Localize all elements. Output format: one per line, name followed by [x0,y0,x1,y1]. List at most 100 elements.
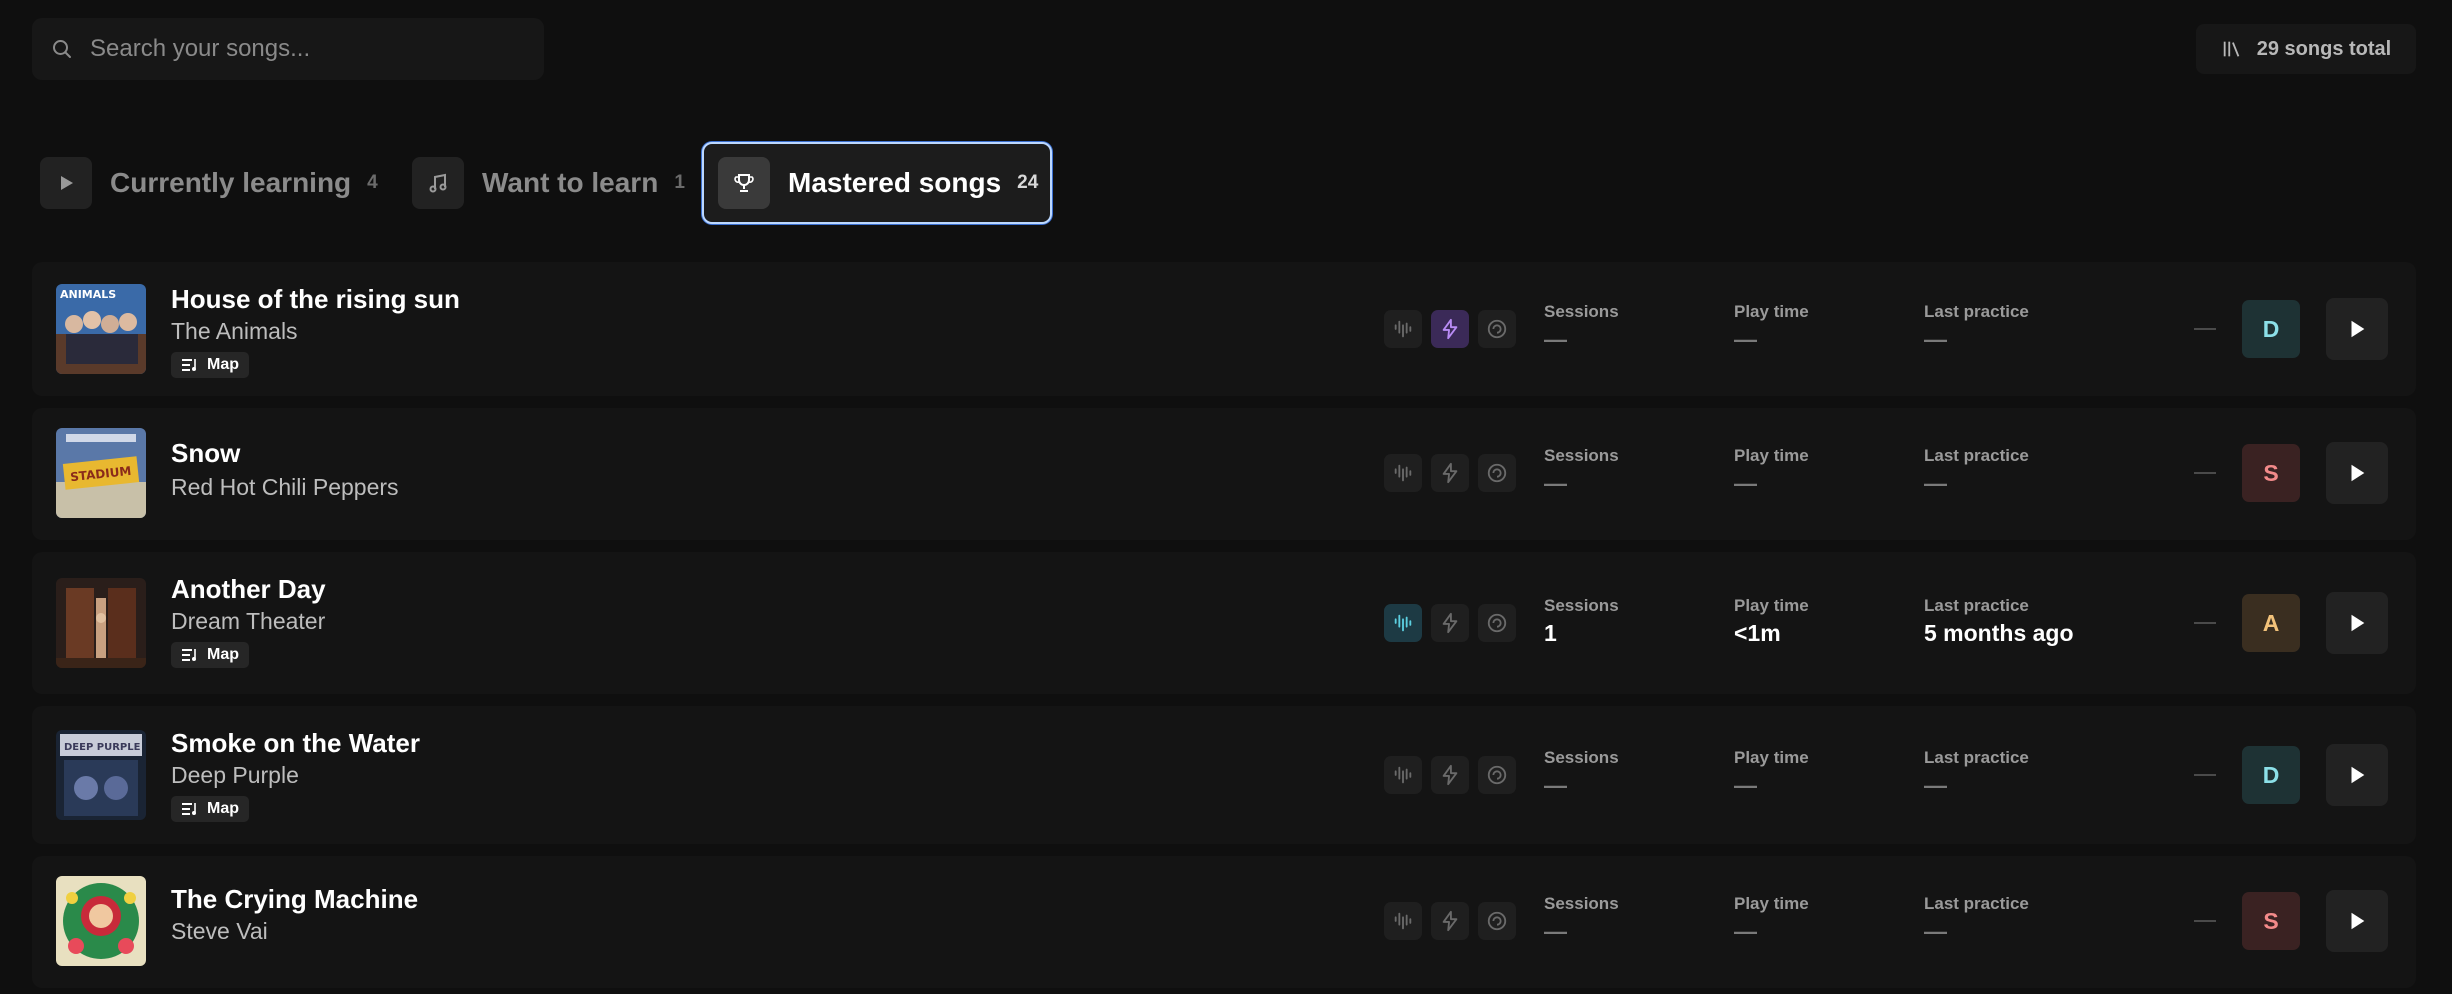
play-time-stat: Play time — [1734,446,1809,497]
music-note-icon [412,157,464,209]
auto-mode-button[interactable] [1478,902,1516,940]
song-row[interactable]: STADIUM Snow Red Hot Chili Peppers Sessi… [32,408,2416,540]
map-badge[interactable]: Map [171,352,249,378]
waveform-icon [1394,912,1412,930]
album-cover-image [56,578,146,668]
divider-dash [2194,920,2216,922]
sessions-stat: Sessions — [1544,748,1619,799]
song-title: Smoke on the Water [171,728,420,758]
play-time-value: — [1734,772,1757,798]
play-button[interactable] [2326,592,2388,654]
divider-dash [2194,622,2216,624]
last-practice-value: — [1924,918,1947,944]
last-practice-stat: Last practice 5 months ago [1924,596,2074,647]
lightning-icon [1442,462,1458,484]
play-time-value: <1m [1734,620,1781,646]
map-badge[interactable]: Map [171,642,249,668]
song-artist: Deep Purple [171,762,299,788]
lightning-icon [1442,318,1458,340]
trophy-icon [718,157,770,209]
last-practice-label: Last practice [1924,302,2029,321]
last-practice-label: Last practice [1924,446,2029,465]
grade-badge: S [2242,892,2300,950]
song-artist: The Animals [171,318,298,344]
play-button[interactable] [2326,442,2388,504]
play-button[interactable] [2326,890,2388,952]
last-practice-label: Last practice [1924,748,2029,767]
lightning-mode-button[interactable] [1431,604,1469,642]
practice-modes [1384,756,1516,794]
song-artist: Dream Theater [171,608,326,634]
waveform-icon [1394,766,1412,784]
play-time-value: — [1734,918,1757,944]
play-icon [2351,464,2365,482]
svg-text:ANIMALS: ANIMALS [60,288,116,301]
svg-text:DEEP PURPLE: DEEP PURPLE [64,742,141,753]
last-practice-stat: Last practice — [1924,894,2029,945]
song-row[interactable]: Another Day Dream Theater Map Sessions 1… [32,552,2416,694]
map-label: Map [207,800,239,817]
sessions-value: — [1544,772,1567,798]
play-button[interactable] [2326,744,2388,806]
waveform-mode-button[interactable] [1384,310,1422,348]
play-time-value: — [1734,326,1757,352]
song-artist: Steve Vai [171,918,268,944]
library-icon [2223,41,2240,57]
play-time-stat: Play time <1m [1734,596,1809,647]
song-title: Snow [171,438,241,468]
sessions-label: Sessions [1544,748,1619,767]
circle-arrow-icon [1487,765,1507,785]
waveform-mode-button[interactable] [1384,604,1422,642]
songs-total-label: 29 songs total [2256,37,2392,60]
waveform-mode-button[interactable] [1384,756,1422,794]
last-practice-stat: Last practice — [1924,302,2029,353]
song-row[interactable]: DEEP PURPLE Smoke on the Water Deep Purp… [32,706,2416,844]
practice-modes [1384,604,1516,642]
lightning-icon [1442,612,1458,634]
circle-arrow-icon [1487,463,1507,483]
divider-dash [2194,472,2216,474]
waveform-mode-button[interactable] [1384,454,1422,492]
practice-modes [1384,454,1516,492]
auto-mode-button[interactable] [1478,310,1516,348]
lightning-mode-button[interactable] [1431,756,1469,794]
album-cover-image: DEEP PURPLE [56,730,146,820]
album-cover-image: STADIUM [56,428,146,518]
map-list-icon [182,803,196,815]
lightning-mode-button[interactable] [1431,310,1469,348]
tab-currently-learning[interactable]: Currently learning 4 [40,142,412,224]
song-tabs: Currently learning 4 Want to learn 1 Mas… [40,142,1052,224]
auto-mode-button[interactable] [1478,454,1516,492]
album-cover-image [56,876,146,966]
play-button[interactable] [2326,298,2388,360]
search-box[interactable] [32,18,544,80]
practice-modes [1384,902,1516,940]
last-practice-value: — [1924,772,1947,798]
tab-mastered-songs[interactable]: Mastered songs 24 [702,142,1052,224]
waveform-icon [1394,464,1412,482]
song-row[interactable]: ANIMALS House of the rising sun The Anim… [32,262,2416,396]
divider-dash [2194,774,2216,776]
play-time-label: Play time [1734,748,1809,767]
waveform-mode-button[interactable] [1384,902,1422,940]
sessions-value: 1 [1544,620,1557,646]
map-list-icon [182,359,196,371]
practice-modes [1384,310,1516,348]
tab-want-to-learn[interactable]: Want to learn 1 [412,142,702,224]
map-badge[interactable]: Map [171,796,249,822]
map-list-icon [182,649,196,661]
waveform-icon [1394,320,1412,338]
last-practice-label: Last practice [1924,596,2029,615]
song-title: Another Day [171,574,326,604]
auto-mode-button[interactable] [1478,756,1516,794]
play-time-label: Play time [1734,894,1809,913]
lightning-icon [1442,910,1458,932]
lightning-mode-button[interactable] [1431,902,1469,940]
song-row[interactable]: The Crying Machine Steve Vai Sessions — … [32,856,2416,988]
play-time-label: Play time [1734,446,1809,465]
tab-count: 1 [674,172,685,193]
sessions-stat: Sessions — [1544,302,1619,353]
lightning-mode-button[interactable] [1431,454,1469,492]
search-input[interactable] [90,35,530,63]
auto-mode-button[interactable] [1478,604,1516,642]
